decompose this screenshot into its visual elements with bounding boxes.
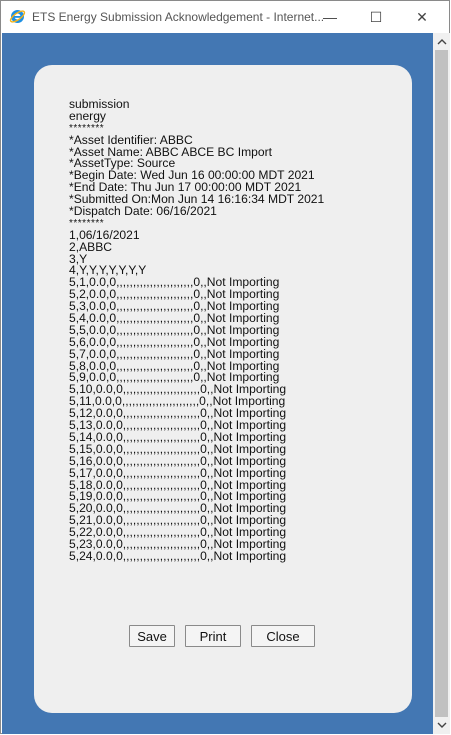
- text-line: submission: [69, 97, 130, 111]
- ie-icon: [9, 10, 26, 23]
- chevron-down-icon: [437, 722, 446, 728]
- save-button[interactable]: Save: [129, 625, 175, 647]
- title-bar[interactable]: ETS Energy Submission Acknowledgement - …: [1, 1, 449, 33]
- minimize-icon: —: [323, 9, 337, 25]
- text-line: energy: [69, 108, 106, 123]
- submission-text: submission energy ******** *Asset Identifie…: [69, 97, 324, 563]
- window-title: ETS Energy Submission Acknowledgement - …: [32, 10, 325, 24]
- text-line: 5,24,0.0,0,,,,,,,,,,,,,,,,,,,,,,,0,,Not …: [69, 548, 287, 563]
- maximize-button[interactable]: ☐: [353, 1, 399, 33]
- text-line: 2,ABBC: [69, 239, 113, 254]
- chevron-up-icon: [437, 39, 446, 45]
- close-button[interactable]: Close: [251, 625, 315, 647]
- close-icon: ✕: [416, 8, 428, 25]
- button-row: Save Print Close: [129, 625, 315, 647]
- vertical-scrollbar[interactable]: [433, 33, 450, 734]
- acknowledgement-panel: submission energy ******** *Asset Identifie…: [34, 65, 412, 713]
- scroll-up-button[interactable]: [433, 33, 450, 50]
- page-content: submission energy ******** *Asset Identifie…: [2, 33, 433, 734]
- minimize-button[interactable]: —: [307, 1, 353, 33]
- scroll-down-button[interactable]: [433, 717, 450, 734]
- maximize-icon: ☐: [369, 8, 383, 25]
- close-window-button[interactable]: ✕: [399, 1, 445, 33]
- scrollbar-thumb[interactable]: [435, 50, 448, 717]
- print-button[interactable]: Print: [185, 625, 241, 647]
- text-line: *Dispatch Date: 06/16/2021: [69, 204, 217, 219]
- browser-popup-window: ETS Energy Submission Acknowledgement - …: [0, 0, 450, 734]
